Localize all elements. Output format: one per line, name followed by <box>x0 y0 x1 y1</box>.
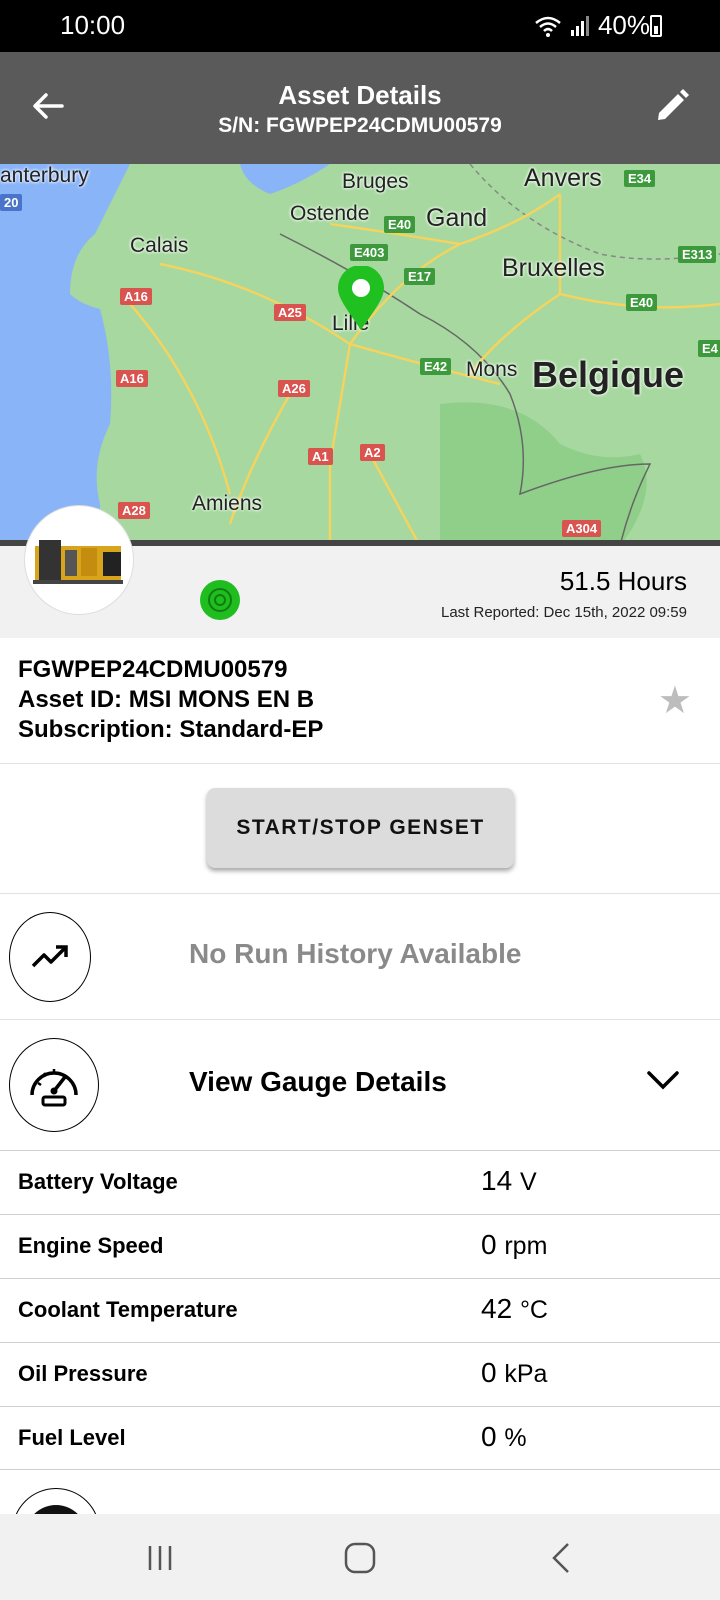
gauge-row: Coolant Temperature 42 °C <box>0 1278 720 1342</box>
gauge-number: 42 <box>481 1293 513 1324</box>
run-history-text: No Run History Available <box>189 938 522 969</box>
back-chevron-icon[interactable] <box>542 1538 582 1578</box>
road-e313: E313 <box>678 246 717 263</box>
pencil-icon[interactable] <box>652 86 692 126</box>
gauge-number: 14 <box>481 1165 513 1196</box>
gauge-number: 0 <box>481 1421 497 1452</box>
speedometer-icon <box>9 1038 99 1132</box>
chevron-down-icon[interactable] <box>646 1068 680 1092</box>
map-label-mons: Mons <box>466 358 518 381</box>
gauge-unit: % <box>504 1424 527 1452</box>
gauge-unit: rpm <box>504 1232 548 1260</box>
location-pin-icon[interactable] <box>336 266 386 332</box>
road-a26: A26 <box>278 380 310 397</box>
engine-hours: 51.5 Hours <box>559 566 687 596</box>
system-nav-bar <box>0 1514 720 1600</box>
gauge-value: 0 rpm <box>481 1229 547 1261</box>
road-a16-north: A16 <box>120 288 152 305</box>
road-e34: E34 <box>624 170 656 187</box>
road-a25: A25 <box>274 304 306 321</box>
gauge-row: Engine Speed 0 rpm <box>0 1214 720 1278</box>
map-label-calais: Calais <box>130 234 189 257</box>
gauge-label: Coolant Temperature <box>18 1297 238 1322</box>
gauge-label: Fuel Level <box>18 1425 126 1450</box>
road-20: 20 <box>0 194 23 211</box>
asset-summary: 51.5 Hours Last Reported: Dec 15th, 2022… <box>0 505 720 638</box>
gauge-label: Oil Pressure <box>18 1361 148 1386</box>
status-time: 10:00 <box>60 10 126 40</box>
map-label-belgique: Belgique <box>532 354 685 395</box>
page-title: Asset Details <box>278 80 442 110</box>
asset-subscription: Subscription: Standard-EP <box>18 716 324 743</box>
gauge-row: Battery Voltage 14 V <box>0 1150 720 1214</box>
road-a1: A1 <box>308 448 333 465</box>
generator-image <box>33 540 123 584</box>
road-e403: E403 <box>350 244 389 261</box>
app-bar: Asset Details S/N: FGWPEP24CDMU00579 <box>0 52 720 164</box>
gauge-value: 42 °C <box>481 1293 548 1325</box>
map-label-canterbury: anterbury <box>0 164 89 187</box>
gauge-unit: °C <box>519 1296 548 1324</box>
star-icon[interactable]: ★ <box>658 678 692 723</box>
road-e4: E4 <box>698 340 720 357</box>
gauge-number: 0 <box>481 1229 497 1260</box>
gauge-details-title: View Gauge Details <box>189 1066 447 1097</box>
gauge-label: Engine Speed <box>18 1233 164 1258</box>
gauge-number: 0 <box>481 1357 497 1388</box>
recents-icon[interactable] <box>140 1538 180 1578</box>
asset-info: FGWPEP24CDMU00579 Asset ID: MSI MONS EN … <box>0 638 720 764</box>
wifi-icon <box>535 16 561 37</box>
road-a304: A304 <box>562 520 602 537</box>
gauge-value: 14 V <box>481 1165 537 1197</box>
road-e40-north: E40 <box>384 216 416 233</box>
road-e40-east: E40 <box>626 294 658 311</box>
map-label-bruges: Bruges <box>342 170 409 193</box>
map-label-amiens: Amiens <box>192 492 263 515</box>
page-subtitle: S/N: FGWPEP24CDMU00579 <box>218 114 502 137</box>
start-stop-genset-button[interactable]: START/STOP GENSET <box>207 788 514 868</box>
asset-location-map[interactable]: anterbury Bruges Anvers Ostende Gand Cal… <box>0 164 720 546</box>
home-icon[interactable] <box>340 1538 380 1578</box>
gauge-row: Fuel Level 0 % <box>0 1406 720 1470</box>
last-reported: Last Reported: Dec 15th, 2022 09:59 <box>440 604 687 621</box>
gauge-row: Oil Pressure 0 kPa <box>0 1342 720 1406</box>
status-icons: 40% <box>534 10 650 41</box>
map-label-ostende: Ostende <box>290 202 370 225</box>
map-label-gand: Gand <box>426 204 488 232</box>
gauge-unit: kPa <box>504 1360 548 1388</box>
battery-percent: 40% <box>597 10 650 40</box>
run-history-section: No Run History Available <box>0 894 720 1020</box>
gauge-unit: V <box>519 1168 537 1196</box>
asset-photo <box>24 505 134 615</box>
actions-section: START/STOP GENSET <box>0 764 720 894</box>
status-bar: 10:00 40% <box>0 0 720 52</box>
road-a16-south: A16 <box>116 370 148 387</box>
gauge-value: 0 kPa <box>481 1357 547 1389</box>
signal-icon <box>570 15 589 36</box>
asset-id: Asset ID: MSI MONS EN B <box>18 686 315 713</box>
gauge-details-toggle[interactable]: View Gauge Details <box>0 1020 720 1150</box>
gauge-label: Battery Voltage <box>18 1169 178 1194</box>
gauge-value: 0 % <box>481 1421 527 1453</box>
status-indicator-icon <box>200 580 240 620</box>
map-label-bruxelles: Bruxelles <box>502 254 605 282</box>
asset-serial: FGWPEP24CDMU00579 <box>18 656 288 683</box>
road-a2: A2 <box>360 444 385 461</box>
road-e17: E17 <box>404 268 436 285</box>
map-label-anvers: Anvers <box>524 164 602 192</box>
trend-up-icon <box>9 912 91 1002</box>
road-e42: E42 <box>420 358 452 375</box>
battery-charging-icon <box>650 15 662 37</box>
road-a28: A28 <box>118 502 150 519</box>
